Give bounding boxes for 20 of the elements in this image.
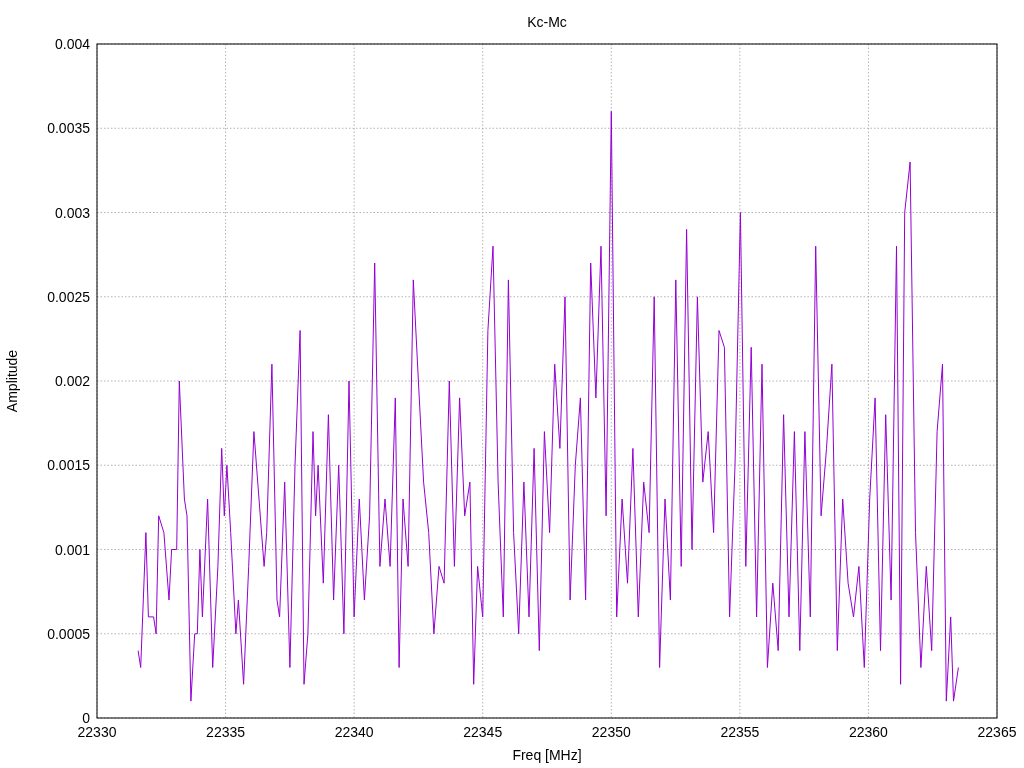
tick-label: 22335 xyxy=(206,724,246,740)
tick-label: 22330 xyxy=(77,724,117,740)
tick-label: 0.0005 xyxy=(47,625,90,642)
tick-label: 0.002 xyxy=(54,373,90,389)
tick-label: 22345 xyxy=(463,724,503,740)
tick-label: 0.0025 xyxy=(47,288,90,305)
tick-label: 22340 xyxy=(334,724,374,740)
x-axis-label: Freq [MHz] xyxy=(512,747,582,763)
tick-label: 0.004 xyxy=(54,36,90,52)
tick-label: 0.0035 xyxy=(47,120,90,137)
tick-label: 22360 xyxy=(848,724,888,740)
tick-label: 0.0015 xyxy=(47,457,90,474)
tick-label: 22350 xyxy=(591,724,631,740)
tick-label: 22365 xyxy=(977,724,1017,740)
tick-label: 0 xyxy=(82,710,90,726)
tick-label: 22355 xyxy=(720,724,760,740)
tick-label: 0.001 xyxy=(54,541,90,558)
chart-title: Kc-Mc xyxy=(527,14,567,30)
y-axis-label: Amplitude xyxy=(4,349,20,413)
tick-label: 0.003 xyxy=(54,204,90,221)
